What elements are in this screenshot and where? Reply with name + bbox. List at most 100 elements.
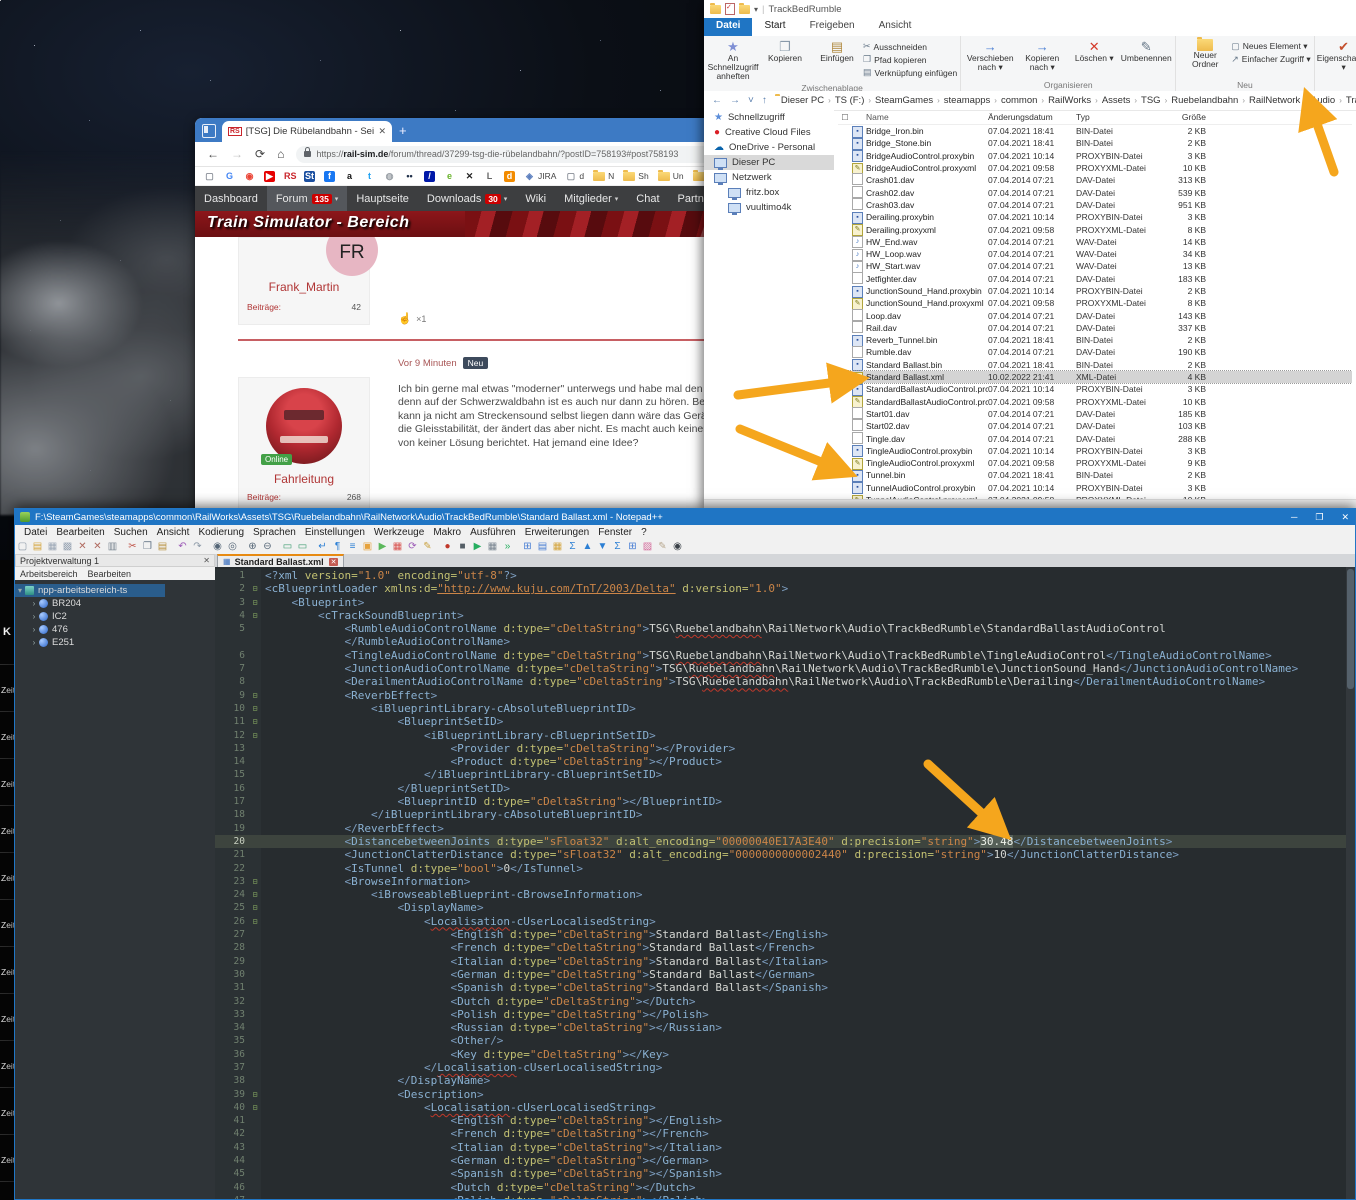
toolbar-icon[interactable]: ⊞	[520, 540, 535, 553]
file-row[interactable]: Tingle.dav07.04.2014 07:21DAV-Datei288 K…	[838, 432, 1352, 444]
toolbar-icon[interactable]: ▤	[535, 540, 550, 553]
code-line[interactable]: 23⊟ <BrowseInformation>	[215, 875, 1355, 888]
toolbar-icon[interactable]: ✂	[125, 540, 140, 553]
toolbar-icon[interactable]: ≡	[345, 540, 360, 553]
code-line[interactable]: 32 <Dutch d:type="cDeltaString"></Dutch>	[215, 995, 1355, 1008]
bookmark-item[interactable]: a	[344, 171, 355, 182]
post1-username[interactable]: Frank_Martin	[239, 280, 369, 294]
notepad-menu-datei[interactable]: Datei	[24, 527, 47, 538]
code-line[interactable]: 44 <German d:type="cDeltaString"></Germa…	[215, 1154, 1355, 1167]
fold-marker[interactable]: ⊟	[249, 702, 261, 715]
notepad-menu-kodierung[interactable]: Kodierung	[198, 527, 244, 538]
bookmark-item[interactable]: ▶	[264, 171, 275, 182]
reload-icon[interactable]: ⟳	[255, 147, 265, 161]
toolbar-icon[interactable]: ▨	[640, 540, 655, 553]
toolbar-icon[interactable]: ↷	[190, 540, 205, 553]
ribbon-tab-ansicht[interactable]: Ansicht	[867, 18, 924, 36]
toolbar-icon[interactable]: ▣	[360, 540, 375, 553]
project-node-476[interactable]: ›476	[15, 623, 215, 636]
file-row[interactable]: Rail.dav07.04.2014 07:21DAV-Datei337 KB	[838, 322, 1352, 334]
notepad-menu-bearbeiten[interactable]: Bearbeiten	[56, 527, 104, 538]
toolbar-icon[interactable]: ⊞	[625, 540, 640, 553]
file-row[interactable]: ♪HW_Loop.wav07.04.2014 07:21WAV-Datei34 …	[838, 248, 1352, 260]
toolbar-icon[interactable]: ◎	[225, 540, 240, 553]
code-line[interactable]: 34 <Russian d:type="cDeltaString"></Russ…	[215, 1021, 1355, 1034]
ribbon-button[interactable]: ▤Einfügen	[811, 38, 863, 82]
bookmark-folder[interactable]: Un	[658, 171, 684, 181]
file-row[interactable]: ▪Bridge_Iron.bin07.04.2021 18:41BIN-Date…	[838, 125, 1352, 137]
bookmark-folder[interactable]: ▢d	[565, 171, 584, 182]
file-row[interactable]: ▪StandardBallastAudioControl.proxybin07.…	[838, 383, 1352, 395]
bookmark-folder[interactable]: Sh	[623, 171, 648, 181]
sitenav-item-hauptseite[interactable]: Hauptseite	[347, 186, 418, 211]
forward-icon[interactable]: →	[730, 95, 740, 106]
fold-marker[interactable]: ⊟	[249, 875, 261, 888]
ribbon-tab-datei[interactable]: Datei	[704, 18, 752, 36]
file-row[interactable]: ▪Reverb_Tunnel.bin07.04.2021 18:41BIN-Da…	[838, 334, 1352, 346]
toolbar-icon[interactable]: Σ	[610, 540, 625, 553]
ribbon-button[interactable]: ▤Verknüpfung einfügen	[863, 66, 957, 79]
breadcrumb-segment[interactable]: Audio	[1311, 95, 1335, 106]
toolbar-icon[interactable]: »	[500, 540, 515, 553]
file-row[interactable]: Crash03.dav07.04.2014 07:21DAV-Datei951 …	[838, 199, 1352, 211]
ribbon-button[interactable]: ❐Kopieren	[759, 38, 811, 82]
bookmark-item[interactable]: ✕	[464, 171, 475, 182]
code-line[interactable]: 13 <Provider d:type="cDeltaString"></Pro…	[215, 742, 1355, 755]
code-line[interactable]: 6 <TingleAudioControlName d:type="cDelta…	[215, 649, 1355, 662]
code-line[interactable]: 15 </iBlueprintLibrary-cBlueprintSetID>	[215, 768, 1355, 781]
code-line[interactable]: 22 <IsTunnel d:type="bool">0</IsTunnel>	[215, 862, 1355, 875]
file-row[interactable]: ✎BridgeAudioControl.proxyxml07.04.2021 0…	[838, 162, 1352, 174]
toolbar-icon[interactable]: ▢	[15, 540, 30, 553]
bookmark-item[interactable]: G	[224, 171, 235, 182]
file-row[interactable]: ▪TingleAudioControl.proxybin07.04.2021 1…	[838, 445, 1352, 457]
file-row[interactable]: ▪TunnelAudioControl.proxybin07.04.2021 1…	[838, 482, 1352, 494]
toolbar-icon[interactable]: ⊖	[260, 540, 275, 553]
code-line[interactable]: 28 <French d:type="cDeltaString">Standar…	[215, 941, 1355, 954]
bookmark-item[interactable]: f	[324, 171, 335, 182]
fold-marker[interactable]: ⊟	[249, 689, 261, 702]
code-line[interactable]: 29 <Italian d:type="cDeltaString">Standa…	[215, 955, 1355, 968]
toolbar-icon[interactable]: ◉	[670, 540, 685, 553]
ribbon-tab-start[interactable]: Start	[752, 18, 797, 36]
code-line[interactable]: 45 <Spanish d:type="cDeltaString"></Span…	[215, 1167, 1355, 1180]
fold-marker[interactable]: ⊟	[249, 901, 261, 914]
fold-marker[interactable]: ⊟	[249, 582, 261, 595]
tab-close-icon[interactable]: ✕	[378, 126, 386, 137]
code-line[interactable]: 25⊟ <DisplayName>	[215, 901, 1355, 914]
code-line[interactable]: 37 </Localisation-cUserLocalisedString>	[215, 1061, 1355, 1074]
collapse-icon[interactable]: ›	[29, 599, 39, 608]
code-line[interactable]: 40⊟ <Localisation-cUserLocalisedString>	[215, 1101, 1355, 1114]
breadcrumb-segment[interactable]: Assets	[1102, 95, 1131, 106]
sitenav-item-dashboard[interactable]: Dashboard	[195, 186, 267, 211]
notepad-menu-ansicht[interactable]: Ansicht	[157, 527, 190, 538]
code-line[interactable]: 4⊟ <cTrackSoundBlueprint>	[215, 609, 1355, 622]
notepad-menu-ausführen[interactable]: Ausführen	[470, 527, 516, 538]
file-row[interactable]: Rumble.dav07.04.2014 07:21DAV-Datei190 K…	[838, 346, 1352, 358]
code-line[interactable]: 2⊟<cBlueprintLoader xmlns:d="http://www.…	[215, 582, 1355, 595]
toolbar-icon[interactable]: ▤	[155, 540, 170, 553]
code-line[interactable]: 36 <Key d:type="cDeltaString"></Key>	[215, 1048, 1355, 1061]
menu-bearbeiten[interactable]: Bearbeiten	[88, 569, 132, 579]
code-line[interactable]: 42 <French d:type="cDeltaString"></Frenc…	[215, 1127, 1355, 1140]
select-all-checkbox[interactable]: ☐	[838, 113, 852, 122]
code-line[interactable]: 38 </DisplayName>	[215, 1074, 1355, 1087]
chevron-down-icon[interactable]: ˅	[748, 95, 754, 106]
restore-button[interactable]: ❐	[1315, 512, 1323, 523]
sitenav-item-forum[interactable]: Forum135▾	[267, 186, 347, 211]
breadcrumb-segment[interactable]: RailWorks	[1048, 95, 1091, 106]
address-bar[interactable]: https://rail-sim.de/forum/thread/37299-t…	[296, 146, 757, 163]
forward-icon[interactable]: →	[231, 147, 243, 161]
code-line[interactable]: 27 <English d:type="cDeltaString">Standa…	[215, 928, 1355, 941]
toolbar-icon[interactable]: ✎	[420, 540, 435, 553]
breadcrumb-segment[interactable]: Dieser PC	[781, 95, 824, 106]
code-line[interactable]: 30 <German d:type="cDeltaString">Standar…	[215, 968, 1355, 981]
toolbar-icon[interactable]: ❐	[140, 540, 155, 553]
toolbar-icon[interactable]: ▶	[470, 540, 485, 553]
file-row[interactable]: ▪Tunnel.bin07.04.2021 18:41BIN-Datei2 KB	[838, 469, 1352, 481]
collapse-icon[interactable]: ›	[29, 625, 39, 634]
code-line[interactable]: 19 </ReverbEffect>	[215, 822, 1355, 835]
code-line[interactable]: 1<?xml version="1.0" encoding="utf-8"?>	[215, 569, 1355, 582]
file-row[interactable]: Start02.dav07.04.2014 07:21DAV-Datei103 …	[838, 420, 1352, 432]
toolbar-icon[interactable]: ▦	[550, 540, 565, 553]
file-row[interactable]: ✎StandardBallastAudioControl.proxyxml07.…	[838, 396, 1352, 408]
